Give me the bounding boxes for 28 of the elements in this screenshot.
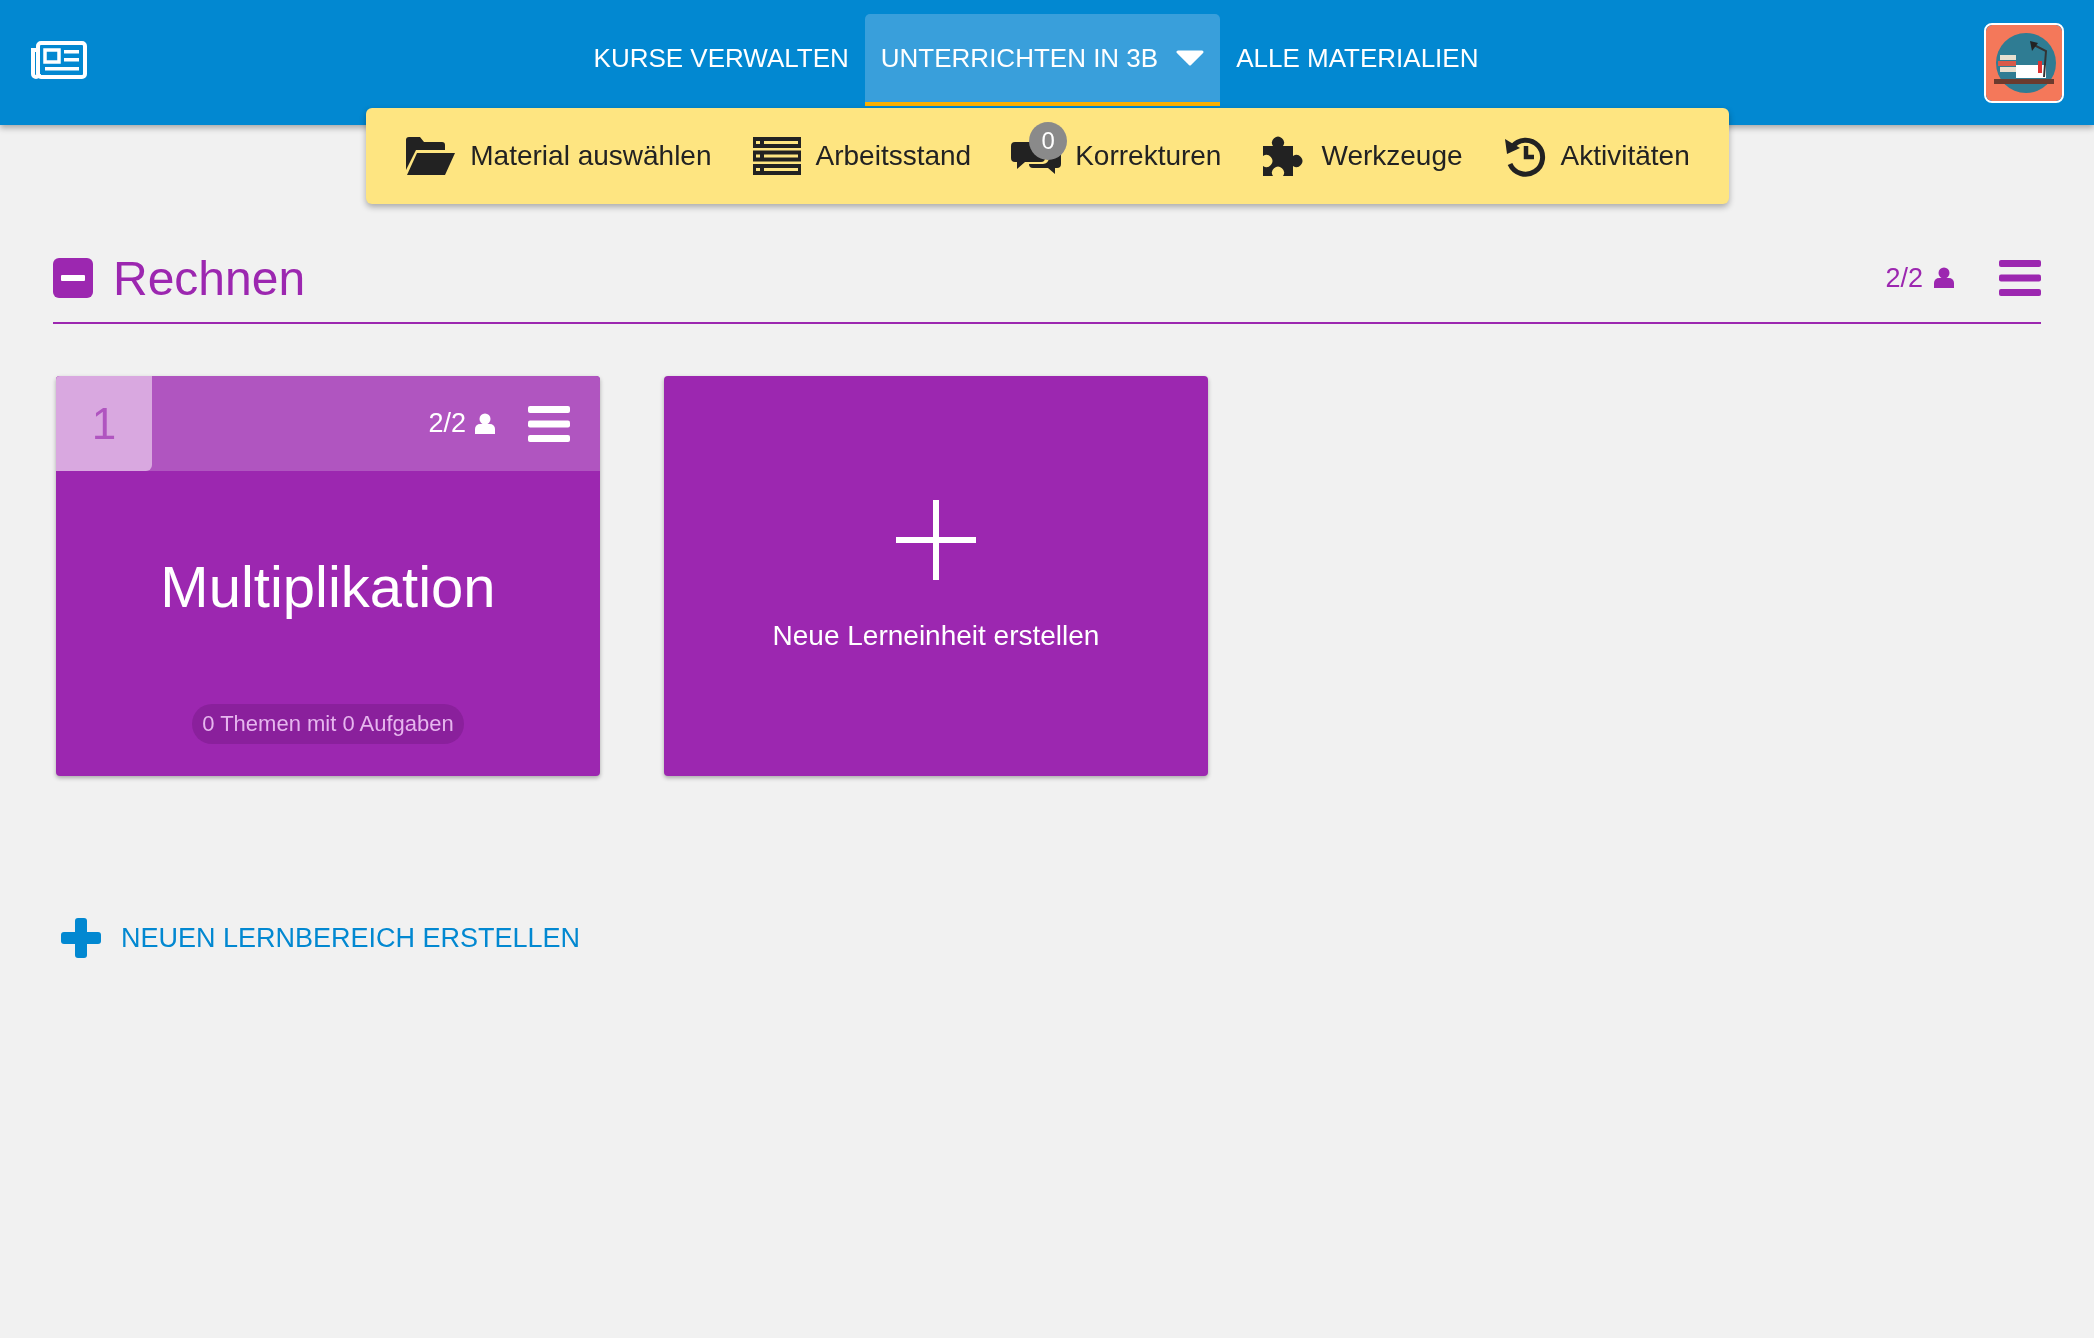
new-unit-card[interactable]: Neue Lerneinheit erstellen	[664, 376, 1208, 776]
toolbar-button[interactable]: Arbeitsstand	[751, 120, 972, 192]
plus-icon	[61, 918, 101, 958]
toolbar-button[interactable]: Aktivitäten	[1502, 118, 1690, 194]
folder-icon	[404, 136, 457, 176]
unit-summary: 0 Themen mit 0 Aufgaben	[192, 704, 464, 744]
profile-picture[interactable]	[1984, 23, 2064, 103]
collapse-icon[interactable]	[53, 258, 93, 298]
count-badge: 0	[1029, 122, 1068, 160]
toolbar-button[interactable]: Werkzeuge	[1261, 118, 1463, 194]
participant-count: 2/2	[1885, 262, 1923, 294]
participant-count: 2/2	[428, 408, 466, 439]
person-icon	[474, 412, 496, 435]
section-title: Rechnen	[113, 250, 306, 306]
nav-tab[interactable]: ALLE MATERIALIEN	[1220, 14, 1495, 106]
unit-number: 1	[56, 376, 152, 471]
unit-card[interactable]: 1 2/2 Multiplikation 0 Themen mit 0 Aufgaben	[56, 376, 600, 776]
person-icon	[1933, 267, 1955, 289]
unit-title: Multiplikation	[160, 553, 496, 620]
nav-tab[interactable]: KURSE VERWALTEN	[577, 14, 865, 106]
toolbar-button[interactable]: Material auswählen	[404, 120, 712, 192]
toolbar-button[interactable]: 0 Korrekturen	[1011, 120, 1222, 192]
menu-icon[interactable]	[1999, 260, 2041, 296]
menu-icon[interactable]	[528, 405, 570, 442]
newspaper-icon[interactable]	[30, 40, 88, 80]
plus-icon	[896, 500, 976, 580]
new-area-link[interactable]: NEUEN LERNBEREICH ERSTELLEN	[61, 918, 581, 958]
list-icon	[751, 136, 802, 176]
